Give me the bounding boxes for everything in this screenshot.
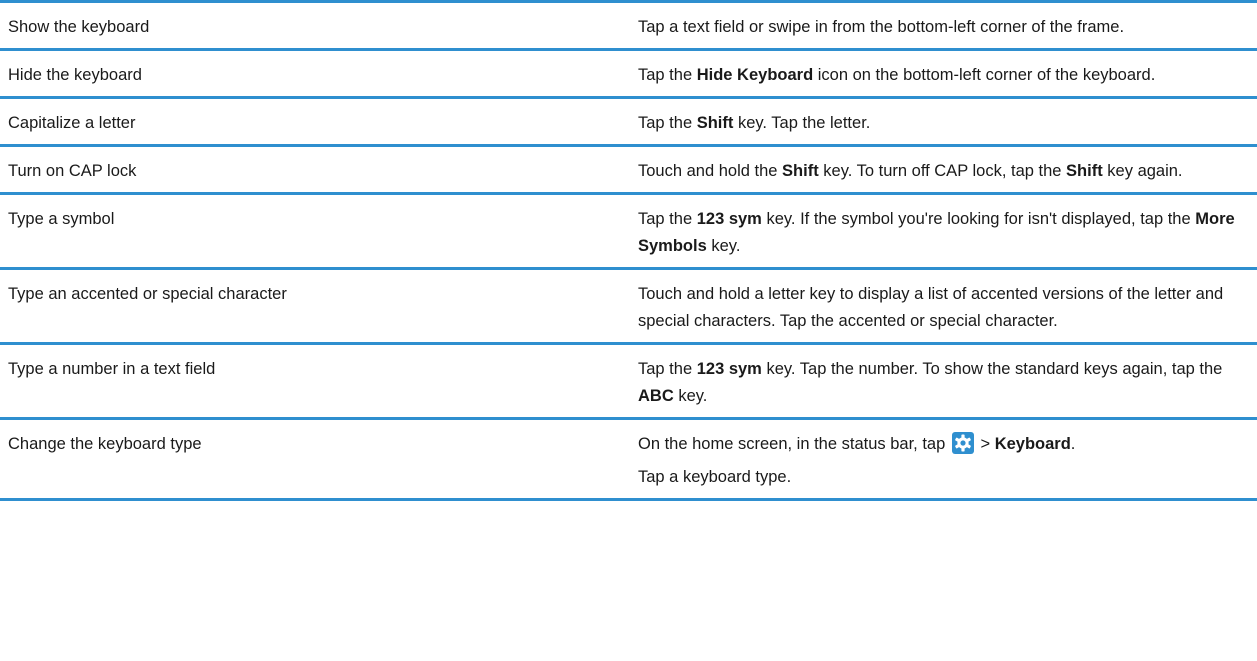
description-line-2: Tap a keyboard type.	[638, 468, 792, 486]
table-row: Show the keyboard Tap a text field or swi…	[0, 0, 1257, 50]
description-text: On the home screen, in the status bar, t…	[638, 435, 946, 453]
description-text: Touch and hold the	[638, 162, 783, 180]
task-cell: Type a number in a text field	[0, 342, 624, 419]
description-text: Tap a text field or swipe in from the bo…	[638, 18, 1125, 36]
task-cell: Hide the keyboard	[0, 48, 624, 98]
description-text: icon on the bottom-left corner of the ke…	[813, 66, 1156, 84]
description-bold-text: Shift	[782, 162, 819, 180]
description-cell: Touch and hold the Shift key. To turn of…	[624, 144, 1257, 194]
task-cell: Show the keyboard	[0, 0, 624, 50]
description-bold-text: ABC	[638, 387, 674, 405]
description-bold-text: Keyboard	[994, 435, 1071, 453]
description-text: >	[980, 435, 995, 453]
gear-icon	[951, 432, 974, 454]
description-cell: On the home screen, in the status bar, t…	[624, 417, 1257, 501]
task-label: Hide the keyboard	[8, 66, 142, 84]
description-text: Tap the	[638, 210, 697, 228]
table-row: Hide the keyboard Tap the Hide Keyboard i…	[0, 48, 1257, 98]
task-cell: Turn on CAP lock	[0, 144, 624, 194]
table-row: Turn on CAP lock Touch and hold the Shift…	[0, 144, 1257, 194]
description-bold-text: 123 sym	[696, 360, 762, 378]
task-label: Type an accented or special character	[8, 285, 287, 303]
description-bold-text: Shift	[696, 114, 734, 132]
description-text: .	[1070, 435, 1076, 453]
task-label: Type a symbol	[8, 210, 115, 228]
description-text: Tap the	[638, 66, 697, 84]
description-cell: Touch and hold a letter key to display a…	[624, 267, 1257, 344]
task-label: Turn on CAP lock	[8, 162, 137, 180]
table-row: Type a number in a text field Tap the 123…	[0, 342, 1257, 419]
description-bold-text: Hide Keyboard	[696, 66, 814, 84]
table-row-change-keyboard-type: Change the keyboard type On the home scr…	[0, 417, 1257, 501]
description-text: key. Tap the letter.	[733, 114, 871, 132]
description-cell: Tap the 123 sym key. If the symbol you'r…	[624, 192, 1257, 269]
description-line-1: On the home screen, in the status bar, t…	[638, 431, 1239, 458]
task-cell: Type a symbol	[0, 192, 624, 269]
keyboard-tasks-table: Show the keyboard Tap a text field or swi…	[0, 0, 1257, 501]
description-bold-text: 123 sym	[696, 210, 762, 228]
task-label: Show the keyboard	[8, 18, 150, 36]
description-text: key.	[673, 387, 708, 405]
task-cell: Type an accented or special character	[0, 267, 624, 344]
table-row: Type an accented or special character Tou…	[0, 267, 1257, 344]
table-row: Capitalize a letter Tap the Shift key. Ta…	[0, 96, 1257, 146]
task-label: Capitalize a letter	[8, 114, 136, 132]
table-body: Show the keyboard Tap a text field or swi…	[0, 0, 1257, 501]
description-cell: Tap the Shift key. Tap the letter.	[624, 96, 1257, 146]
task-label: Change the keyboard type	[8, 435, 202, 453]
description-cell: Tap a text field or swipe in from the bo…	[624, 0, 1257, 50]
description-text: key. Tap the number. To show the standar…	[761, 360, 1223, 378]
description-cell: Tap the 123 sym key. Tap the number. To …	[624, 342, 1257, 419]
description-text: key. To turn off CAP lock, tap the	[818, 162, 1067, 180]
description-cell: Tap the Hide Keyboard icon on the bottom…	[624, 48, 1257, 98]
description-text: Tap the	[638, 360, 697, 378]
description-text: key.	[706, 237, 741, 255]
description-text: key again.	[1102, 162, 1183, 180]
table-row: Type a symbol Tap the 123 sym key. If the…	[0, 192, 1257, 269]
description-text: Touch and hold a letter key to display a…	[638, 285, 1224, 330]
task-cell: Capitalize a letter	[0, 96, 624, 146]
task-cell: Change the keyboard type	[0, 417, 624, 501]
description-text: key. If the symbol you're looking for is…	[761, 210, 1196, 228]
task-label: Type a number in a text field	[8, 360, 216, 378]
description-text: Tap the	[638, 114, 697, 132]
description-bold-text: Shift	[1066, 162, 1103, 180]
